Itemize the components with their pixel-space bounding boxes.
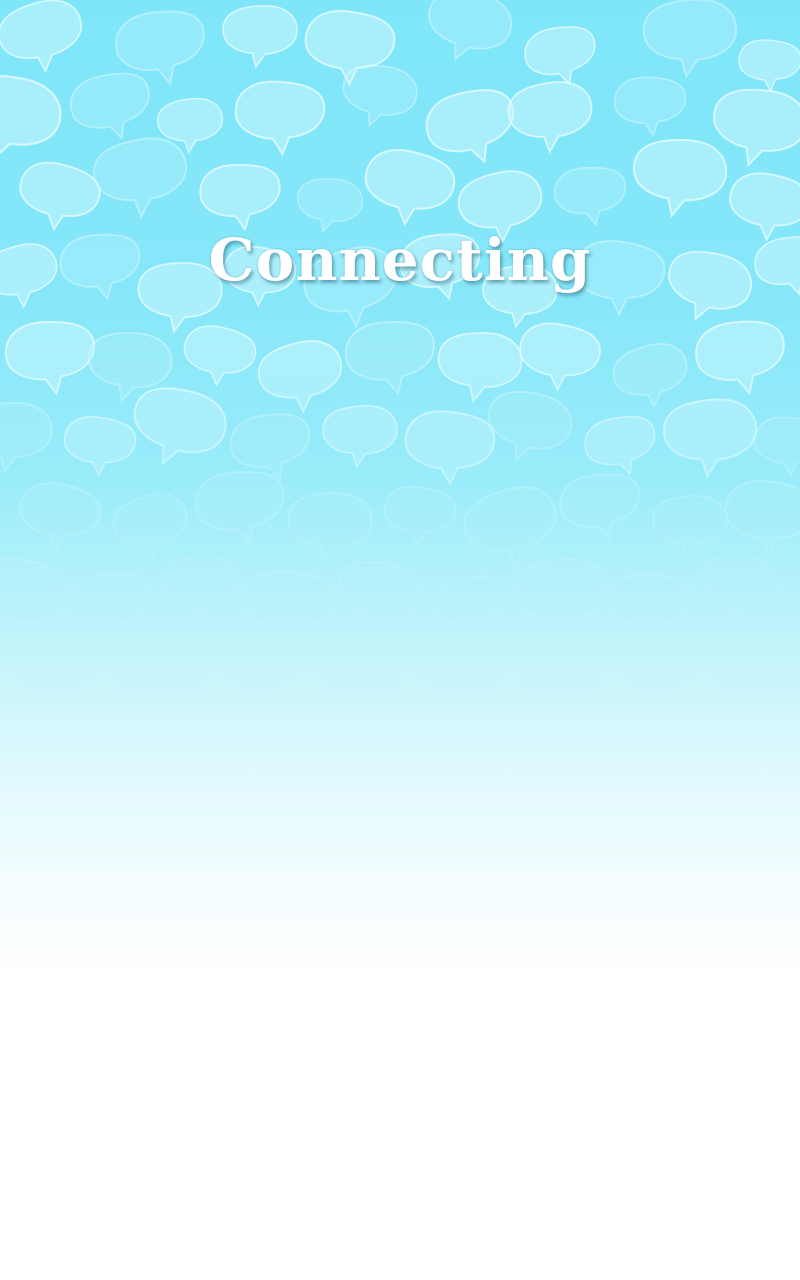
speech-bubble-icon (660, 395, 761, 481)
connecting-screen: Connecting (0, 0, 800, 1280)
speech-bubble-icon (107, 487, 196, 565)
speech-bubble-icon (312, 647, 406, 728)
speech-bubble-icon (613, 76, 687, 137)
speech-bubble-icon (520, 20, 602, 92)
speech-bubble-icon (419, 0, 518, 71)
speech-bubble-icon (0, 401, 53, 473)
speech-bubble-icon (221, 4, 299, 69)
speech-bubble-icon (59, 412, 139, 481)
speech-bubble-icon (405, 630, 511, 725)
speech-bubble-icon (3, 318, 98, 398)
speech-bubble-icon (64, 66, 159, 148)
speech-bubble-icon (321, 403, 400, 469)
speech-bubble-icon (223, 646, 297, 707)
speech-bubble-icon (552, 164, 629, 229)
speech-bubble-icon (198, 162, 283, 232)
speech-bubble-icon (696, 549, 782, 623)
speech-bubble-icon (607, 336, 696, 416)
speech-bubble-icon (233, 79, 327, 157)
speech-bubble-icon (556, 468, 646, 546)
speech-bubble-icon (401, 407, 498, 489)
speech-bubble-icon (0, 66, 68, 171)
speech-bubble-icon (161, 553, 240, 620)
speech-bubble-icon (88, 131, 194, 224)
speech-bubble-icon (504, 77, 598, 158)
speech-bubble-icon (720, 476, 800, 560)
speech-bubble-icon (14, 634, 110, 719)
speech-bubble-icon (691, 315, 791, 401)
speech-bubble-icon (286, 491, 373, 564)
speech-bubble-icon (13, 477, 105, 557)
speech-bubble-icon (177, 320, 260, 393)
speech-bubble-icon (241, 567, 338, 648)
speech-bubble-icon (513, 645, 609, 729)
speech-bubble-icon (356, 142, 461, 234)
speech-bubble-icon (429, 569, 513, 643)
speech-bubble-icon (379, 481, 459, 551)
speech-bubble-icon (479, 383, 578, 471)
speech-bubble-icon (607, 572, 692, 642)
speech-bubble-icon (252, 333, 351, 421)
speech-bubble-icon (651, 494, 729, 559)
speech-bubble-icon (0, 549, 73, 647)
speech-bubble-icon (65, 567, 157, 647)
speech-bubble-icon (708, 644, 800, 731)
speech-bubble-icon (330, 554, 427, 640)
connecting-status-title: Connecting (208, 226, 592, 294)
speech-bubble-icon (342, 317, 439, 399)
speech-bubble-icon (630, 136, 729, 220)
speech-bubble-icon (109, 643, 213, 733)
speech-bubble-icon (736, 37, 800, 94)
speech-bubble-icon (336, 59, 422, 133)
speech-bubble-icon (623, 645, 698, 708)
speech-bubble-icon (0, 0, 92, 82)
speech-bubble-icon (580, 410, 663, 483)
speech-bubble-icon (641, 0, 740, 80)
speech-bubble-icon (510, 554, 612, 641)
speech-bubble-pattern (0, 0, 800, 733)
speech-bubble-icon (123, 378, 234, 477)
speech-bubble-icon (513, 317, 605, 397)
speech-bubble-icon (752, 414, 800, 478)
speech-bubble-icon (192, 466, 290, 550)
